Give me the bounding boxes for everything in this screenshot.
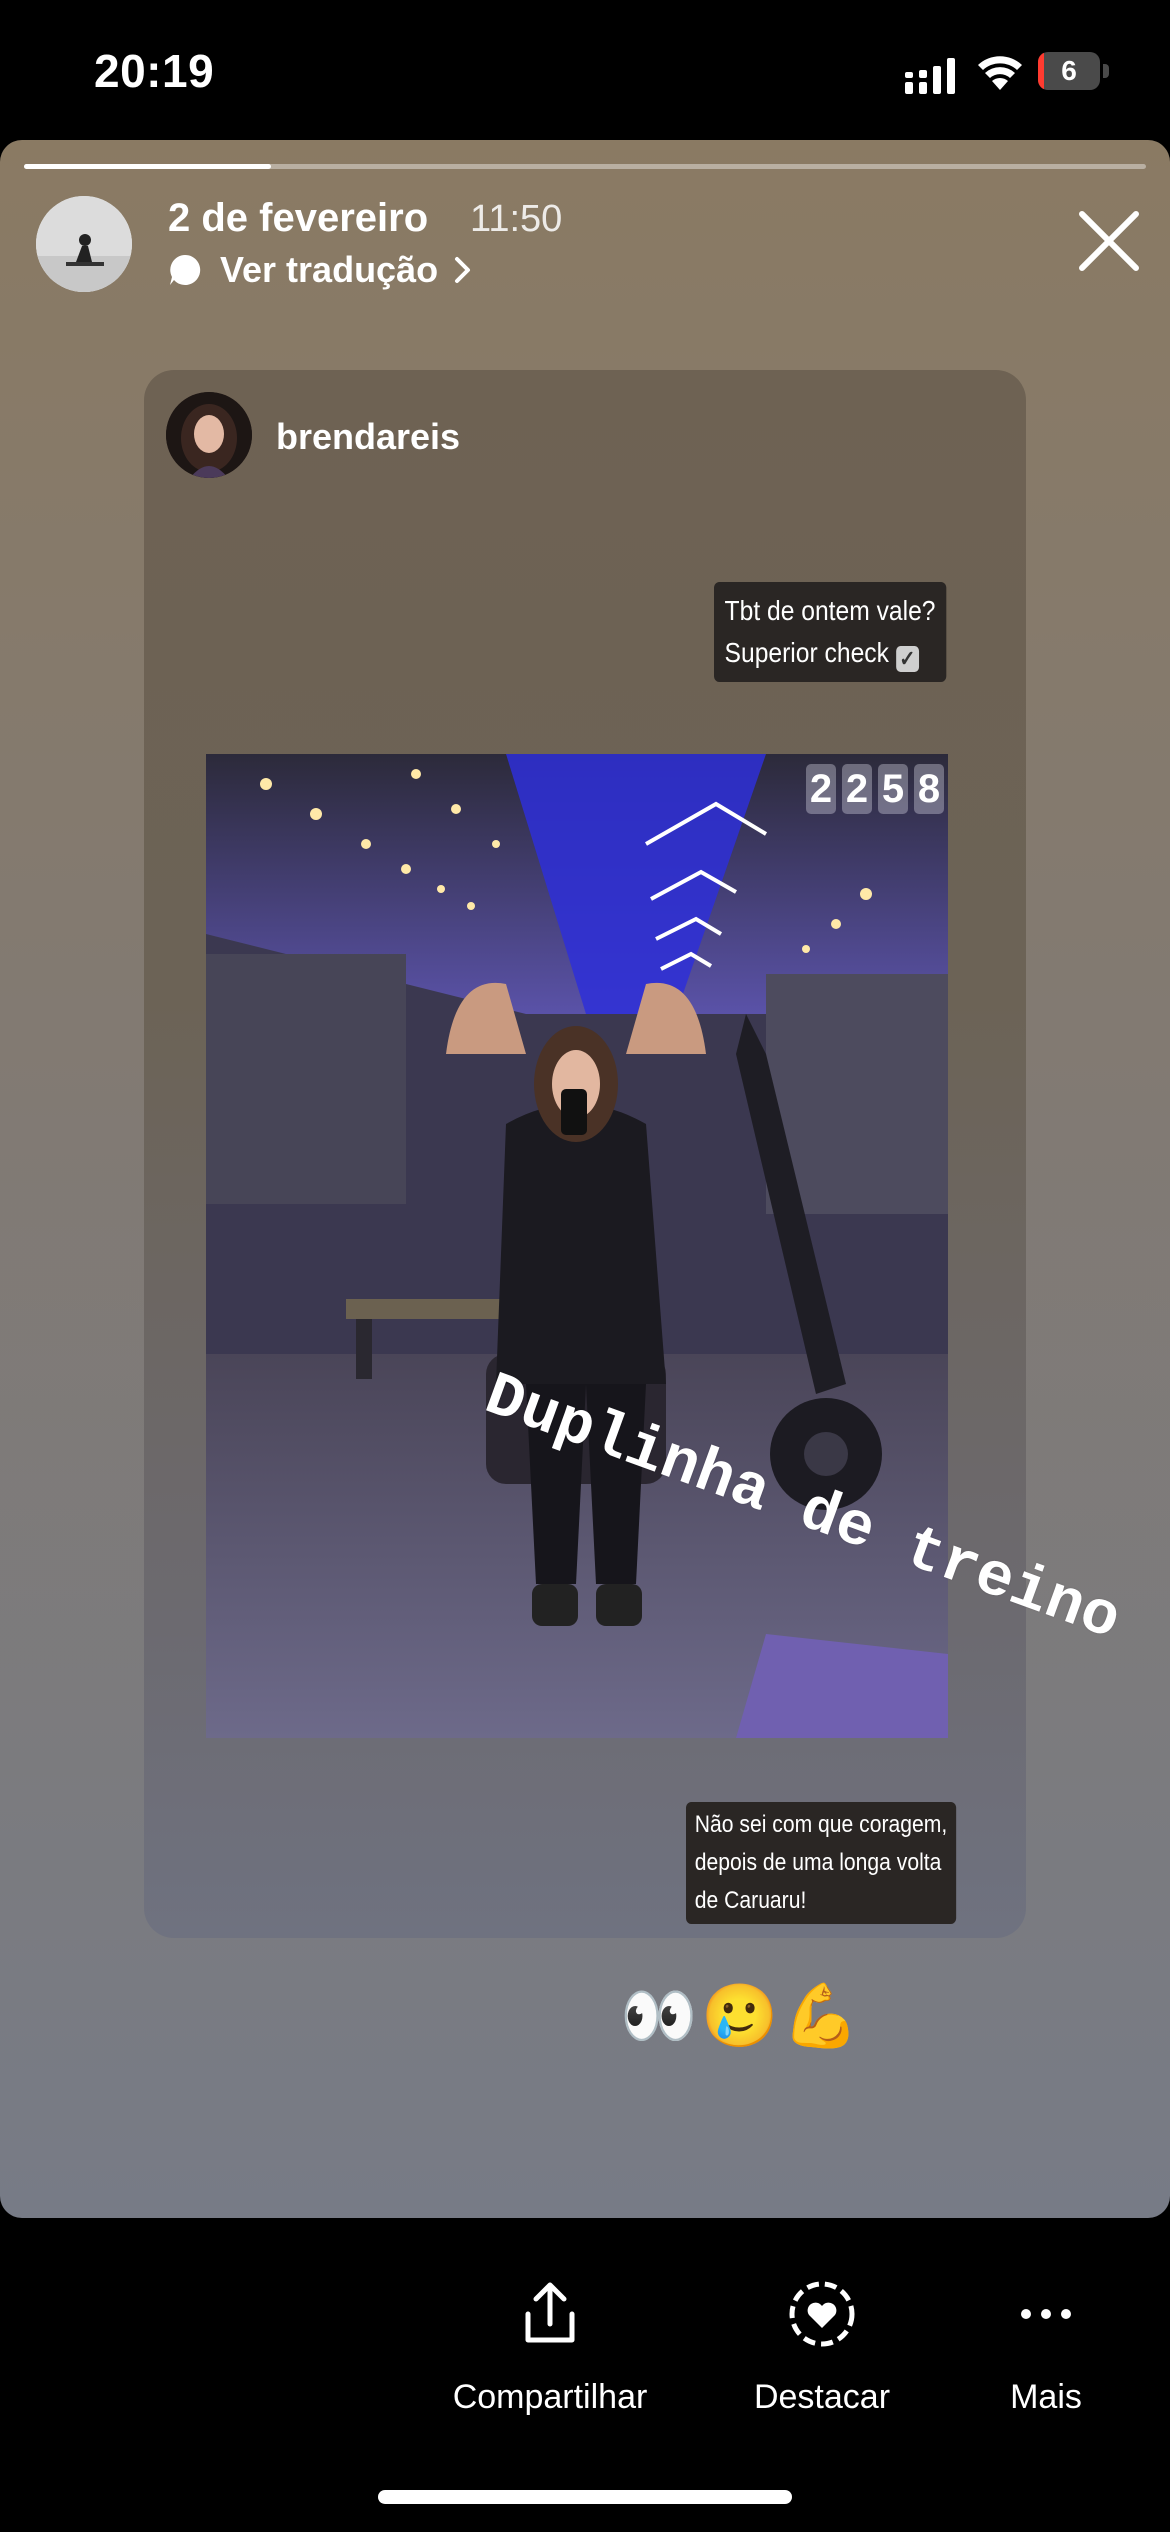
time-sticker-digit: 5 <box>878 764 908 814</box>
share-button[interactable]: Compartilhar <box>452 2278 648 2417</box>
home-indicator[interactable] <box>378 2490 792 2504</box>
see-translation-button[interactable]: Ver tradução <box>168 246 474 294</box>
story-container[interactable]: 2 de fevereiro 11:50 Ver tradução brenda… <box>0 140 1170 2218</box>
cellular-signal-icon <box>905 58 955 94</box>
checkbox-icon: ✓ <box>895 646 919 672</box>
caption-top-line: Tbt de ontem vale? <box>724 595 936 626</box>
see-translation-label: Ver tradução <box>220 249 439 290</box>
story-author-avatar[interactable] <box>36 196 132 292</box>
time-sticker-digit: 8 <box>914 764 944 814</box>
chat-bubble-icon <box>170 254 201 285</box>
reshared-post-card[interactable]: brendareis Tbt de ontem vale? Superior c… <box>144 370 1026 1938</box>
time-sticker-digit: 2 <box>842 764 872 814</box>
story-action-bar: Compartilhar Destacar Mais <box>0 2218 1170 2532</box>
story-progress-fill <box>24 164 271 169</box>
story-time: 11:50 <box>470 198 563 240</box>
share-label: Compartilhar <box>452 2378 648 2416</box>
battery-percentage: 6 <box>1061 55 1077 86</box>
story-progress-bar <box>24 164 1146 169</box>
post-username[interactable]: brendareis <box>276 416 460 458</box>
story-date: 2 de fevereiro <box>168 196 429 240</box>
chevron-right-icon <box>455 257 471 283</box>
emoji-sticker: 👀🥲💪 <box>620 1979 864 2052</box>
battery-indicator: 6 <box>1038 52 1110 92</box>
highlight-button[interactable]: Destacar <box>754 2278 890 2417</box>
caption-top-line: Superior check <box>724 637 889 668</box>
post-author-avatar[interactable] <box>166 392 252 478</box>
close-icon[interactable] <box>1076 208 1142 274</box>
caption-bottom-line: Não sei com que coragem, <box>694 1811 948 1838</box>
more-label: Mais <box>1010 2378 1082 2416</box>
instagram-story-screen: 20:19 6 2 de fevereiro 11:50 Ver traduçã… <box>0 0 1170 2532</box>
caption-sticker-bottom: Não sei com que coragem, depois de uma l… <box>686 1802 956 1924</box>
time-sticker-digit: 2 <box>806 764 836 814</box>
gym-selfie-photo: 2 2 5 8 <box>206 754 948 1738</box>
caption-bottom-line: depois de uma longa volta <box>694 1849 942 1876</box>
caption-sticker-top: Tbt de ontem vale? Superior check ✓ <box>714 582 947 682</box>
status-time: 20:19 <box>94 45 215 97</box>
wifi-icon <box>978 56 1022 90</box>
more-button[interactable]: Mais <box>1010 2278 1082 2417</box>
highlight-label: Destacar <box>753 2378 891 2416</box>
more-dots-icon <box>1021 2309 1071 2319</box>
time-sticker: 2 2 5 8 <box>806 764 944 814</box>
share-icon <box>525 2282 575 2343</box>
highlight-heart-icon <box>789 2281 855 2347</box>
status-bar: 20:19 6 <box>0 0 1170 140</box>
caption-bottom-line: de Caruaru! <box>694 1887 807 1914</box>
